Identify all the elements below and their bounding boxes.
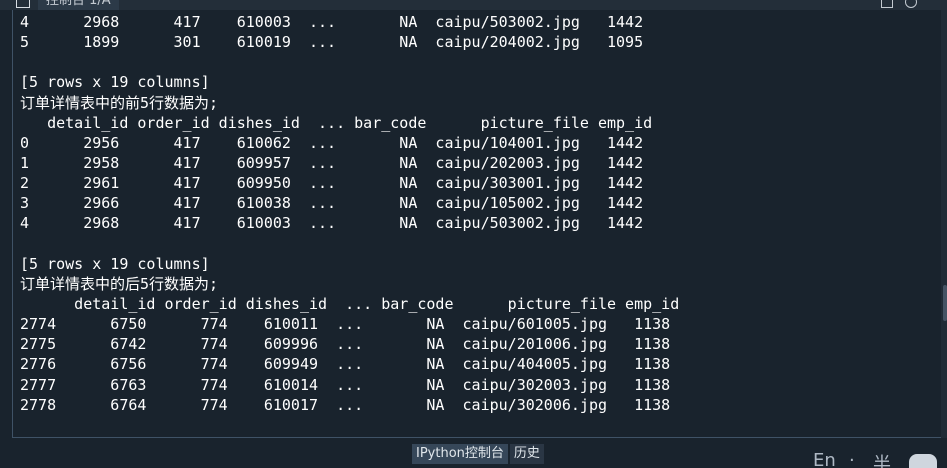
console-line: 4 2968 417 610003 ... NA caipu/503002.jp… (20, 13, 644, 31)
console-icon (16, 0, 30, 8)
tab-console[interactable]: 控制台 1/A (38, 0, 119, 10)
maximize-icon[interactable] (881, 0, 893, 8)
console-line: 订单详情表中的后5行数据为; (20, 274, 219, 293)
console-line: 2778 6764 774 610017 ... NA caipu/302006… (20, 395, 671, 414)
undock-icon[interactable] (905, 0, 917, 8)
bottom-tab-bar: IPython控制台 历史 (412, 444, 546, 464)
title-bar: 控制台 1/A (0, 0, 947, 10)
console-line: 2774 6750 774 610011 ... NA caipu/601005… (20, 315, 671, 334)
console-line: 2775 6742 774 609996 ... NA caipu/201006… (20, 335, 671, 354)
console-line: 3 2966 417 610038 ... NA caipu/105002.jp… (20, 194, 644, 213)
console-line: [5 rows x 19 columns] (20, 73, 210, 92)
console-line: 2776 6756 774 609949 ... NA caipu/404005… (20, 355, 671, 374)
ipython-console[interactable]: 4 2968 417 610003 ... NA caipu/503002.jp… (12, 10, 947, 438)
vertical-scrollbar[interactable] (941, 10, 947, 438)
ime-indicator: En · 半 (805, 452, 947, 468)
console-line: detail_id order_id dishes_id ... bar_cod… (20, 294, 680, 313)
console-line: 订单详情表中的前5行数据为; (20, 93, 219, 112)
ime-half-width[interactable]: 半 (873, 452, 891, 468)
scrollbar-thumb[interactable] (943, 285, 947, 321)
console-line: 2 2961 417 609950 ... NA caipu/303001.jp… (20, 174, 644, 193)
console-line: 2777 6763 774 610014 ... NA caipu/302003… (20, 375, 671, 394)
tab-ipython-console[interactable]: IPython控制台 (412, 444, 508, 464)
console-line: 1 2958 417 609957 ... NA caipu/202003.jp… (20, 153, 644, 172)
console-output: 4 2968 417 610003 ... NA caipu/503002.jp… (20, 12, 679, 415)
console-line: [5 rows x 19 columns] (20, 254, 210, 273)
ime-dot: · (849, 452, 855, 468)
ime-logo-icon (909, 454, 937, 468)
ime-mode-label[interactable]: En (813, 452, 836, 468)
console-line: 0 2956 417 610062 ... NA caipu/104001.jp… (20, 133, 644, 152)
tab-history[interactable]: 历史 (509, 444, 544, 464)
console-line: 5 1899 301 610019 ... NA caipu/204002.jp… (20, 33, 644, 52)
console-line: detail_id order_id dishes_id ... bar_cod… (20, 113, 653, 132)
console-line: 4 2968 417 610003 ... NA caipu/503002.jp… (20, 214, 644, 233)
